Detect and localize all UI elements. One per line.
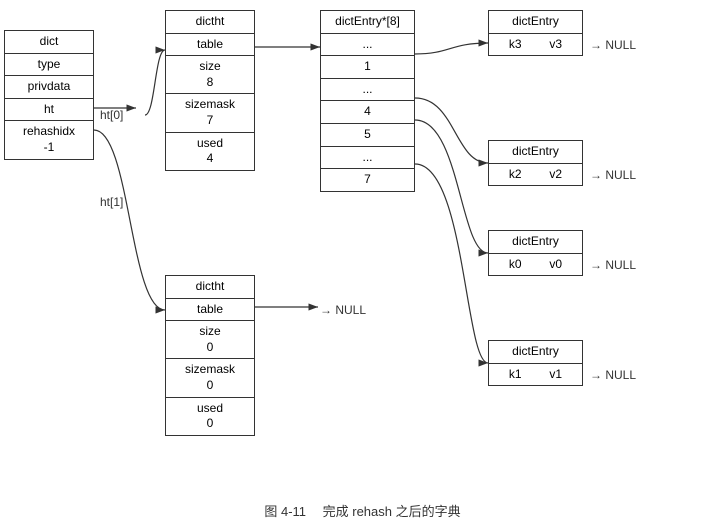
array-cell-6: 7: [321, 169, 414, 191]
entry-k2v2: dictEntry k2 v2: [488, 140, 583, 186]
dictht1-table: table: [166, 299, 254, 322]
v1: v1: [549, 367, 562, 383]
entry-k1v1-kv: k1 v1: [489, 364, 582, 386]
dict-cell-dict: dict: [5, 31, 93, 54]
diagram: dict type privdata ht rehashidx-1 ht[0] …: [0, 0, 725, 528]
dict-cell-rehashidx: rehashidx-1: [5, 121, 93, 158]
array-cell-3: 4: [321, 101, 414, 124]
dictht0-box: dictht table size8 sizemask7 used4: [165, 10, 255, 171]
entry-k0v0: dictEntry k0 v0: [488, 230, 583, 276]
dictht0-size: size8: [166, 56, 254, 94]
array-cell-0: ...: [321, 34, 414, 57]
dict-cell-privdata: privdata: [5, 76, 93, 99]
dictht1-header: dictht: [166, 276, 254, 299]
caption: 图 4-11 完成 rehash 之后的字典: [0, 501, 725, 520]
entry-k1v1-header: dictEntry: [489, 341, 582, 364]
dictht1-sizemask: sizemask0: [166, 359, 254, 397]
ht0-label: ht[0]: [100, 108, 123, 122]
array-header: dictEntry*[8]: [321, 11, 414, 34]
array-cell-4: 5: [321, 124, 414, 147]
null-2: → NULL: [590, 258, 636, 272]
entry-k3v3-kv: k3 v3: [489, 34, 582, 56]
dictht0-sizemask: sizemask7: [166, 94, 254, 132]
ht1-label: ht[1]: [100, 195, 123, 209]
dict-cell-ht: ht: [5, 99, 93, 122]
k2: k2: [509, 167, 522, 183]
array-cell-5: ...: [321, 147, 414, 170]
v3: v3: [549, 37, 562, 53]
entry-k0v0-kv: k0 v0: [489, 254, 582, 276]
entry-k3v3-header: dictEntry: [489, 11, 582, 34]
dictht1-used: used0: [166, 398, 254, 435]
dict-box: dict type privdata ht rehashidx-1: [4, 30, 94, 160]
array-cell-1: 1: [321, 56, 414, 79]
null-1: → NULL: [590, 168, 636, 182]
dictht1-size: size0: [166, 321, 254, 359]
null-4: → NULL: [320, 303, 366, 317]
entry-k2v2-kv: k2 v2: [489, 164, 582, 186]
v2: v2: [549, 167, 562, 183]
entry-k3v3: dictEntry k3 v3: [488, 10, 583, 56]
dictht0-used: used4: [166, 133, 254, 170]
entry-k1v1: dictEntry k1 v1: [488, 340, 583, 386]
dictht0-header: dictht: [166, 11, 254, 34]
array-cell-2: ...: [321, 79, 414, 102]
entry-k0v0-header: dictEntry: [489, 231, 582, 254]
k3: k3: [509, 37, 522, 53]
dict-cell-type: type: [5, 54, 93, 77]
array-box: dictEntry*[8] ... 1 ... 4 5 ... 7: [320, 10, 415, 192]
dictht1-box: dictht table size0 sizemask0 used0: [165, 275, 255, 436]
entry-k2v2-header: dictEntry: [489, 141, 582, 164]
dictht0-table: table: [166, 34, 254, 57]
null-3: → NULL: [590, 368, 636, 382]
v0: v0: [549, 257, 562, 273]
k1: k1: [509, 367, 522, 383]
null-0: → NULL: [590, 38, 636, 52]
k0: k0: [509, 257, 522, 273]
